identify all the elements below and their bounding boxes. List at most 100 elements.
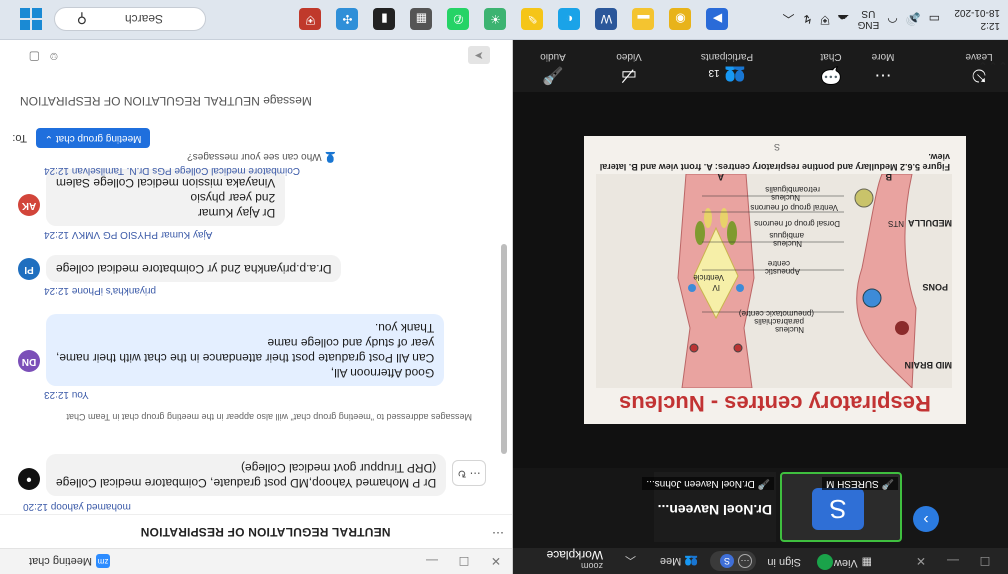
video-off-icon: ▭̸: [620, 66, 638, 85]
chrome-icon[interactable]: ◉: [669, 8, 692, 31]
send-button[interactable]: ➤: [468, 46, 490, 64]
zoom-meeting-window: ☐ — ✕ ▦ View Sign in ⋯ S 👥 Mee ︿ zoom Wo…: [513, 40, 1008, 574]
message-sender: Coimbatore medical College PGs Dr.N. Tam…: [44, 165, 301, 176]
screen-share-area: Respiratory centres - Nucleus MID BRAIN …: [513, 92, 1008, 468]
security-app-icon[interactable]: ⛨: [299, 8, 322, 31]
windows-start-icon[interactable]: [20, 8, 42, 30]
edge-icon[interactable]: ◐: [558, 8, 581, 31]
participant-tile-suresh[interactable]: S 🎤 SURESH M: [780, 472, 902, 542]
message-bubble: Good Afternoon All, Can All Post graduat…: [46, 314, 445, 386]
battery-icon[interactable]: ▭: [929, 13, 940, 27]
muted-mic-icon: 🎤: [881, 478, 894, 489]
participant-tile-noel[interactable]: Dr.Noel Naveen... 🎤 Dr.Noel Naveen Johns…: [642, 472, 776, 542]
recipient-row: 👤 Who can see your messages? To: Meeting…: [0, 128, 512, 162]
close-button[interactable]: ✕: [480, 555, 512, 569]
chevron-up-icon[interactable]: ︿: [782, 11, 794, 28]
more-button[interactable]: ⋯ More: [858, 51, 908, 86]
taskbar-search[interactable]: Search ⚲: [54, 7, 206, 31]
recipient-dropdown[interactable]: Meeting group chat ⌄: [36, 128, 150, 148]
sticky-notes-icon[interactable]: ✎: [521, 8, 544, 31]
message-actions[interactable]: ⋯ ↻: [452, 460, 486, 486]
message-bubble: Dr Ajay Kumar 2nd year physio Vinayaka m…: [46, 169, 286, 226]
rotated-screen: ☐ — ✕ ▦ View Sign in ⋯ S 👥 Mee ︿ zoom Wo…: [0, 0, 1008, 574]
wifi-icon[interactable]: ◠: [887, 13, 897, 27]
muted-mic-icon: 🎤: [757, 478, 770, 489]
participant-avatar: S: [812, 488, 864, 530]
network-app-icon[interactable]: ✣: [336, 8, 359, 31]
whatsapp-icon[interactable]: ✆: [447, 8, 470, 31]
message-sender: You 12:23: [44, 389, 89, 400]
grid-icon: ▦: [861, 556, 872, 568]
close-button[interactable]: ✕: [906, 554, 936, 568]
figure-label-pons: PONS: [922, 282, 948, 292]
network-icon[interactable]: ↯: [802, 13, 812, 27]
system-clock[interactable]: 12:2 18-01-202: [946, 0, 1008, 40]
onedrive-icon[interactable]: ☁: [838, 13, 850, 27]
file-explorer-icon[interactable]: ▬: [632, 8, 655, 31]
chat-header: ⋯ NEUTRAL REGULATION OF RESPIRATION: [0, 514, 512, 548]
calculator-icon[interactable]: ▦: [410, 8, 433, 31]
avatar: AK: [18, 194, 40, 216]
avatar: PI: [18, 258, 40, 280]
avatar: ●: [18, 468, 40, 490]
chat-icon: 💬: [820, 66, 842, 85]
figure-label-ventricle: Ventricle: [693, 273, 724, 282]
slide-page-mark: S: [773, 142, 780, 152]
leave-button[interactable]: ⎋ Leave: [954, 51, 1004, 86]
participants-button[interactable]: 👥 13 Participants: [682, 51, 772, 86]
participants-icon: 👥 13: [708, 66, 746, 85]
reaction-icon[interactable]: ☺: [48, 50, 60, 64]
sign-in-link[interactable]: Sign in: [767, 556, 801, 568]
leave-icon: ⎋: [972, 66, 986, 85]
people-icon: 👤: [324, 151, 337, 162]
message-sender: Ajay Kumar PHYSIO PG VMKV 12:24: [44, 229, 213, 240]
zoom-brand: zoom Workplace: [546, 548, 603, 571]
zoom-app-icon[interactable]: ▶: [706, 8, 729, 31]
language-indicator[interactable]: ENG US: [858, 9, 880, 31]
audio-button[interactable]: 🎤 Audio: [528, 51, 578, 86]
more-dots-icon: ⋯: [874, 66, 892, 85]
chat-message: priyankha's iPhone 12:24 PI Dr.a.p.priya…: [18, 246, 488, 298]
chat-message: Ajay Kumar PHYSIO PG VMKV 12:24 AK Dr Aj…: [18, 168, 488, 242]
weather-icon[interactable]: ☀: [484, 8, 507, 31]
encryption-shield-icon[interactable]: [817, 554, 833, 570]
participant-name: 🎤 Dr.Noel Naveen Johns...: [642, 477, 774, 490]
shield-icon[interactable]: ⛨: [821, 12, 830, 27]
more-dots-icon[interactable]: ⋯: [492, 526, 504, 540]
figure-label-iv: IV: [712, 283, 720, 292]
word-icon[interactable]: W: [595, 8, 618, 31]
minimize-button[interactable]: —: [416, 555, 448, 569]
chat-button[interactable]: 💬 Chat: [806, 51, 856, 86]
who-can-see-link[interactable]: 👤 Who can see your messages?: [182, 151, 342, 162]
view-button[interactable]: ▦ View: [834, 556, 872, 569]
figure-label-nucleus-3: Nucleus: [771, 193, 800, 202]
terminal-icon[interactable]: ▮: [373, 8, 396, 31]
chat-message: You 12:23 DN Good Afternoon All, Can All…: [18, 306, 488, 402]
video-button[interactable]: ▭̸ Video: [604, 51, 654, 86]
figure-label-nucleus-1: Nucleus: [775, 325, 804, 334]
maximize-button[interactable]: ☐: [448, 555, 480, 569]
chat-scrollbar[interactable]: [501, 244, 507, 454]
meeting-info-pill[interactable]: ⋯ S: [710, 551, 756, 571]
message-input[interactable]: Message NEUTRAL REGULATION OF RESPIRATIO…: [10, 72, 500, 128]
meeting-chat-window: ✕ ☐ — zm Meeting chat ⋯ NEUTRAL REGULATI…: [0, 40, 513, 574]
meeting-menu[interactable]: 👥 Mee: [660, 555, 698, 568]
chevron-right-icon[interactable]: ›: [913, 506, 939, 532]
volume-icon[interactable]: 🔊: [906, 13, 921, 27]
figure-label-ventral: Ventral group of neurons: [750, 203, 838, 212]
zoom-titlebar: ☐ — ✕ ▦ View Sign in ⋯ S 👥 Mee ︿ zoom Wo…: [513, 548, 1008, 574]
figure-label-dorsal: Dorsal group of neurons: [754, 219, 840, 228]
windows-taskbar: 12:2 18-01-202 ▭ 🔊 ◠ ENG US ☁ ⛨ ↯ ︿ ▶ ◉ …: [0, 0, 1008, 40]
figure-label-nucleus-2: Nucleus: [773, 239, 802, 248]
minimize-button[interactable]: —: [938, 554, 968, 568]
participants-strip: › S 🎤 SURESH M Dr.Noel Naveen... 🎤 Dr.No…: [513, 468, 1008, 548]
figure-label-ambiguus: ambiguus: [769, 231, 804, 240]
figure-label-medulla: MEDULLA: [908, 218, 952, 228]
file-icon[interactable]: ▢: [29, 50, 40, 64]
chat-message: mohamed yahoop 12:20 ● Dr P Mohamed Yaho…: [18, 428, 488, 514]
message-bubble: Dr P Mohamed Yahoop,MD post graduate, Co…: [46, 454, 447, 496]
slide-title: Respiratory centres - Nucleus: [619, 391, 931, 416]
chat-messages: mohamed yahoop 12:20 ● Dr P Mohamed Yaho…: [0, 162, 512, 514]
chevron-up-icon[interactable]: ︿: [625, 553, 636, 569]
maximize-button[interactable]: ☐: [970, 554, 1000, 568]
